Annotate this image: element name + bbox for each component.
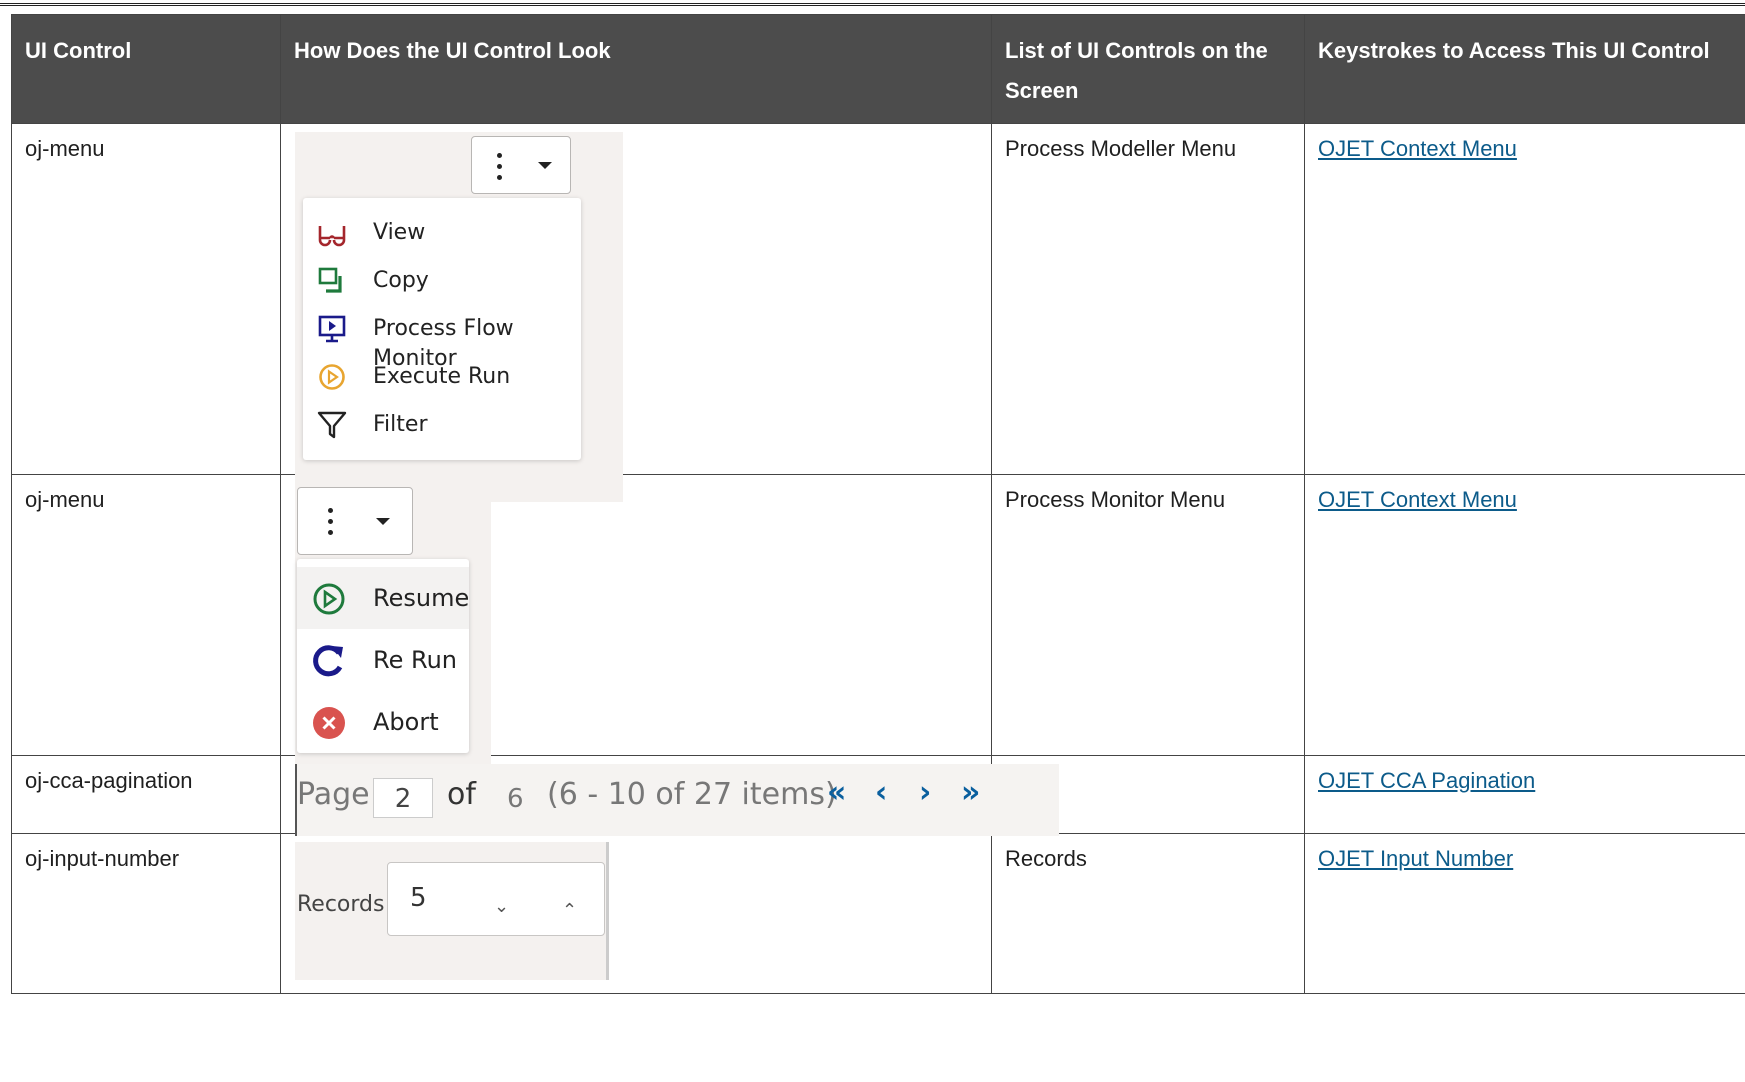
menu-button[interactable] [471, 136, 571, 194]
pagination-preview: Page 2 of 6 (6 - 10 of 27 items) « ‹ › » [295, 764, 1059, 836]
table-header-row: UI Control How Does the UI Control Look … [11, 14, 1745, 124]
keystroke-link[interactable]: OJET CCA Pagination [1318, 768, 1535, 793]
table-row: oj-input-number Records 5 ⌄ ⌃ Records OJ… [11, 833, 1745, 994]
header-how-it-looks: How Does the UI Control Look [280, 14, 992, 124]
menu-item-filter[interactable]: Filter [303, 400, 581, 448]
caret-down-icon [538, 162, 552, 169]
screen-control-name: Process Modeller Menu [991, 123, 1305, 475]
glasses-icon [318, 226, 346, 247]
control-name: oj-menu [11, 474, 281, 756]
divider [606, 842, 609, 980]
records-label: Records [297, 892, 385, 917]
control-preview: Resume Re Run Abort [280, 474, 992, 779]
monitor-icon [318, 315, 346, 343]
menu-item-copy[interactable]: Copy [303, 256, 581, 304]
table-row: oj-cca-pagination Page 2 of 6 (6 - 10 of… [11, 755, 1745, 836]
kebab-icon [328, 508, 333, 541]
header-list-of-controls: List of UI Controls on the Screen [991, 14, 1305, 124]
keystroke-link[interactable]: OJET Context Menu [1318, 136, 1517, 161]
table-row: oj-menu Resume Re Run Abort Process Moni… [11, 474, 1745, 779]
play-circle-icon [313, 583, 345, 615]
control-name: oj-menu [11, 123, 281, 475]
increment-button[interactable]: ⌃ [562, 895, 577, 925]
close-circle-icon [313, 707, 345, 739]
previous-page-button[interactable]: ‹ [875, 778, 887, 808]
control-name: oj-input-number [11, 833, 281, 994]
ui-controls-table: UI Control How Does the UI Control Look … [11, 14, 1745, 994]
range-text: (6 - 10 of 27 items) [547, 777, 837, 812]
keystroke-link[interactable]: OJET Context Menu [1318, 487, 1517, 512]
next-page-button[interactable]: › [919, 778, 931, 808]
control-name: oj-cca-pagination [11, 755, 281, 834]
filter-icon [317, 411, 347, 439]
total-pages: 6 [507, 784, 524, 814]
header-ui-control: UI Control [11, 14, 281, 124]
control-preview: View Copy Process Flow Monitor Execute R… [280, 123, 992, 502]
screen-control-name: Process Monitor Menu [991, 474, 1305, 756]
menu-item-abort[interactable]: Abort [297, 691, 469, 753]
of-label: of [447, 777, 476, 812]
page-label: Page [297, 777, 370, 812]
copy-icon [318, 267, 342, 293]
caret-down-icon [376, 518, 390, 525]
last-page-button[interactable]: » [961, 778, 980, 808]
menu-item-re-run[interactable]: Re Run [297, 629, 469, 691]
menu-item-execute-run[interactable]: Execute Run [303, 352, 581, 400]
page-number-input[interactable]: 2 [373, 778, 433, 818]
input-number-preview: Records 5 ⌄ ⌃ [295, 842, 609, 980]
process-modeller-menu-preview: View Copy Process Flow Monitor Execute R… [295, 132, 623, 502]
control-preview: Records 5 ⌄ ⌃ [280, 833, 992, 994]
menu-button[interactable] [297, 487, 413, 555]
top-rule [0, 3, 1745, 6]
control-preview: Page 2 of 6 (6 - 10 of 27 items) « ‹ › » [280, 755, 1059, 836]
header-keystrokes: Keystrokes to Access This UI Control [1304, 14, 1745, 124]
kebab-icon [497, 153, 502, 186]
refresh-icon [313, 645, 343, 677]
process-monitor-menu-preview: Resume Re Run Abort [295, 483, 491, 779]
menu-item-resume[interactable]: Resume [297, 567, 469, 629]
records-value: 5 [410, 883, 427, 913]
keystroke-link[interactable]: OJET Input Number [1318, 846, 1513, 871]
screen-control-name: Records [991, 833, 1305, 994]
context-menu: View Copy Process Flow Monitor Execute R… [303, 198, 581, 460]
table-row: oj-menu View Copy Process Flow Monitor E… [11, 123, 1745, 502]
play-circle-icon [319, 364, 345, 390]
decrement-button[interactable]: ⌄ [494, 891, 509, 921]
first-page-button[interactable]: « [827, 778, 846, 808]
context-menu: Resume Re Run Abort [297, 559, 469, 753]
menu-item-process-flow-monitor[interactable]: Process Flow Monitor [303, 304, 581, 371]
menu-item-view[interactable]: View [303, 208, 581, 256]
records-input[interactable]: 5 ⌄ ⌃ [387, 862, 605, 936]
